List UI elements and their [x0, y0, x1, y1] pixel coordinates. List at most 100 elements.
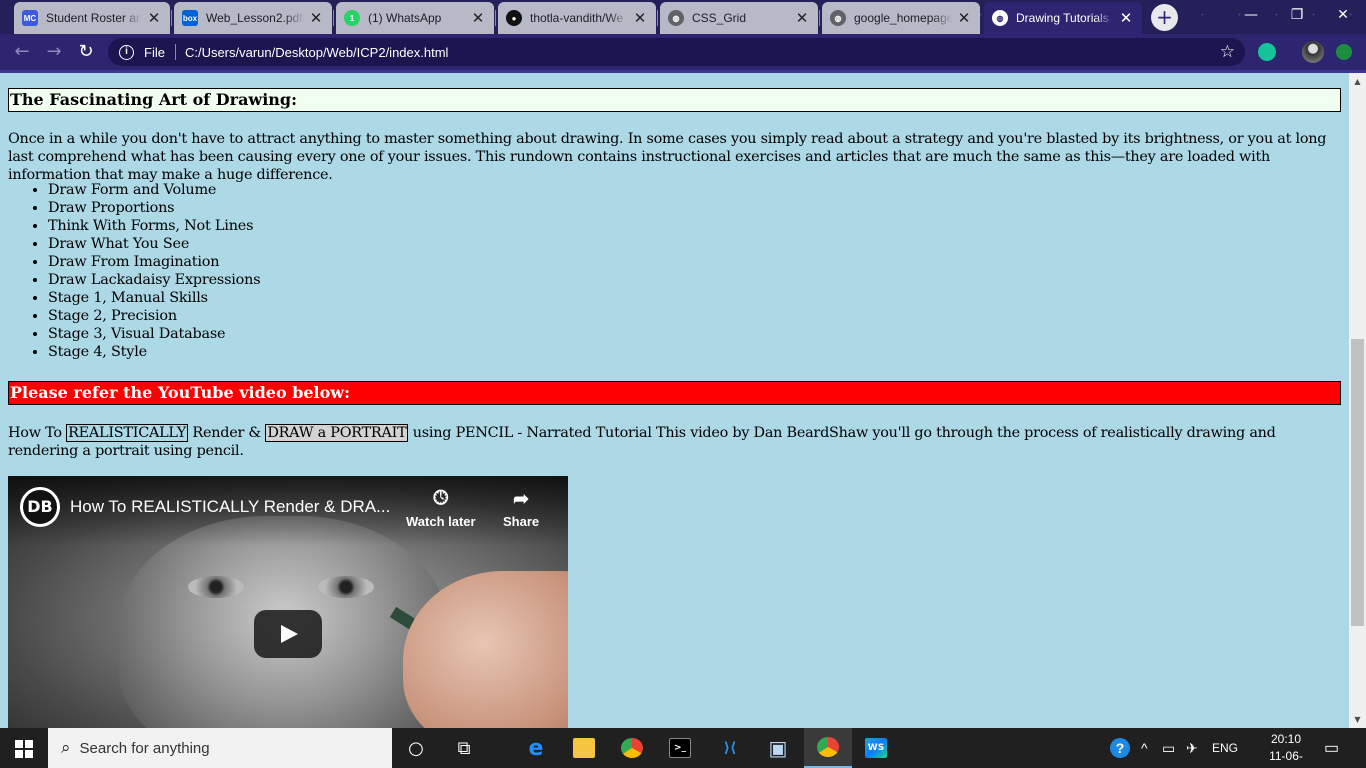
- tab-drawing-tutorials[interactable]: ◍ Drawing Tutorials ✕: [984, 2, 1142, 34]
- address-url[interactable]: C:/Users/varun/Desktop/Web/ICP2/index.ht…: [185, 45, 448, 60]
- page-title: The Fascinating Art of Drawing:: [8, 88, 1341, 112]
- intro-paragraph: Once in a while you don't have to attrac…: [8, 131, 1327, 183]
- notification-icon[interactable]: ▭: [1324, 728, 1339, 768]
- chrome-icon[interactable]: [608, 728, 656, 768]
- tab-github[interactable]: ● thotla-vandith/We ✕: [498, 2, 656, 34]
- share-icon: ➦: [513, 489, 530, 510]
- tab-separator: [495, 10, 496, 26]
- tab-title: CSS_Grid: [692, 11, 747, 25]
- list-item: Draw What You See: [48, 235, 260, 253]
- tab-separator: [333, 10, 334, 26]
- tab-separator: [657, 10, 658, 26]
- box-favicon-icon: box: [182, 10, 198, 26]
- close-tab-icon[interactable]: ✕: [470, 9, 486, 27]
- edge-icon[interactable]: e: [512, 728, 560, 768]
- clock[interactable]: 20:10 11-06-2020: [1256, 731, 1316, 768]
- chrome-glyph: [621, 738, 643, 758]
- list-item: Draw Lackadaisy Expressions: [48, 271, 261, 289]
- tab-title: google_homepage: [854, 11, 952, 25]
- webstorm-icon[interactable]: WS: [852, 728, 900, 768]
- forward-icon[interactable]: →: [42, 40, 66, 64]
- clock-icon: 🕓︎: [433, 488, 449, 509]
- close-tab-icon[interactable]: ✕: [794, 9, 810, 27]
- scrollbar-thumb[interactable]: [1351, 339, 1364, 626]
- windows-logo-icon: [15, 740, 23, 748]
- mc-favicon-icon: MC: [22, 10, 38, 26]
- list-item: Stage 4, Style: [48, 343, 260, 361]
- virtualbox-icon[interactable]: ▣: [754, 728, 802, 768]
- file-explorer-icon[interactable]: ▬: [560, 728, 608, 768]
- close-tab-icon[interactable]: ✕: [308, 9, 324, 27]
- terminal-icon[interactable]: >_: [656, 728, 704, 768]
- scroll-up-icon[interactable]: ▲: [1349, 73, 1366, 90]
- back-icon[interactable]: ←: [10, 40, 34, 64]
- language-indicator[interactable]: ENG: [1212, 728, 1238, 768]
- scrollbar[interactable]: ▲ ▼: [1349, 73, 1366, 728]
- vscode-icon[interactable]: ⟩⟨: [706, 728, 754, 768]
- reload-icon[interactable]: ↻: [74, 40, 98, 64]
- tab-title: Drawing Tutorials: [1016, 11, 1109, 25]
- tab-css-grid[interactable]: ◍ CSS_Grid ✕: [660, 2, 818, 34]
- clock-time: 20:10: [1270, 732, 1302, 746]
- cortana-icon[interactable]: ○: [392, 728, 440, 768]
- windows-logo-icon: [15, 750, 23, 758]
- close-tab-icon[interactable]: ✕: [956, 9, 972, 27]
- chevron-up-icon[interactable]: ^: [1141, 728, 1148, 768]
- windows-logo-icon: [25, 750, 33, 758]
- minimize-button[interactable]: —: [1228, 0, 1274, 30]
- scroll-down-icon[interactable]: ▼: [1349, 711, 1366, 728]
- taskbar-search-input[interactable]: ⌕ Search for anything: [48, 728, 392, 768]
- play-button[interactable]: [254, 610, 322, 658]
- windows-logo-icon: [25, 740, 33, 748]
- virtualbox-glyph: ▣: [768, 736, 788, 760]
- list-item: Stage 1, Manual Skills: [48, 289, 260, 307]
- watch-later-button[interactable]: 🕓︎ Watch later: [406, 488, 476, 529]
- new-tab-button[interactable]: +: [1151, 4, 1178, 31]
- browser-toolbar: ← → ↻ i File C:/Users/varun/Desktop/Web/…: [0, 34, 1366, 70]
- tab-web-lesson2[interactable]: box Web_Lesson2.pdf | ✕: [174, 2, 332, 34]
- maximize-button[interactable]: ❐: [1274, 0, 1320, 30]
- channel-logo[interactable]: DB: [20, 487, 60, 527]
- avatar[interactable]: [1302, 41, 1324, 63]
- address-scheme: File: [144, 44, 165, 60]
- share-label: Share: [503, 514, 540, 529]
- tab-whatsapp[interactable]: 1 (1) WhatsApp ✕: [336, 2, 494, 34]
- description-text: Render &: [188, 425, 266, 441]
- bookmark-star-icon[interactable]: ☆: [1220, 42, 1235, 62]
- battery-icon[interactable]: ▭: [1162, 728, 1175, 768]
- thumbnail-detail: [188, 576, 244, 598]
- address-divider: [174, 44, 176, 60]
- tab-google-homepage[interactable]: ◍ google_homepage ✕: [822, 2, 980, 34]
- tab-title: Web_Lesson2.pdf |: [206, 11, 304, 25]
- grammarly-icon[interactable]: [1258, 43, 1276, 61]
- webstorm-glyph: WS: [865, 738, 887, 758]
- search-placeholder: Search for anything: [79, 739, 210, 757]
- topic-list: Draw Form and Volume Draw Proportions Th…: [48, 181, 261, 361]
- thumbnail-detail: [318, 576, 374, 598]
- tab-student-roster[interactable]: MC Student Roster and ✕: [14, 2, 170, 34]
- chrome-glyph: [817, 737, 839, 757]
- task-view-icon[interactable]: ⧉: [440, 728, 488, 768]
- list-item: Draw Form and Volume: [48, 181, 260, 199]
- close-tab-icon[interactable]: ✕: [146, 9, 162, 27]
- description-text: How To: [8, 425, 67, 441]
- watch-later-label: Watch later: [406, 514, 476, 529]
- close-window-button[interactable]: ✕: [1320, 0, 1366, 30]
- chrome-active-icon[interactable]: [804, 728, 852, 768]
- video-description: How To REALISTICALLY Render & DRAW a POR…: [8, 424, 1343, 460]
- youtube-heading: Please refer the YouTube video below:: [8, 381, 1341, 405]
- video-title[interactable]: How To REALISTICALLY Render & DRA...: [70, 497, 390, 517]
- site-info-icon[interactable]: i: [119, 44, 134, 60]
- close-tab-icon[interactable]: ✕: [1118, 9, 1134, 27]
- help-icon[interactable]: ?: [1110, 728, 1130, 768]
- tab-separator: [171, 10, 172, 26]
- share-button[interactable]: ➦ Share: [503, 488, 539, 529]
- update-icon[interactable]: [1336, 44, 1352, 60]
- page-content: The Fascinating Art of Drawing: Once in …: [0, 73, 1366, 728]
- youtube-video-embed[interactable]: DB How To REALISTICALLY Render & DRA... …: [8, 476, 568, 728]
- start-button[interactable]: [0, 728, 48, 768]
- address-bar[interactable]: i File C:/Users/varun/Desktop/Web/ICP2/i…: [108, 38, 1245, 66]
- boxed-term: REALISTICALLY: [66, 424, 189, 442]
- network-icon[interactable]: ✈: [1186, 728, 1198, 768]
- close-tab-icon[interactable]: ✕: [632, 9, 648, 27]
